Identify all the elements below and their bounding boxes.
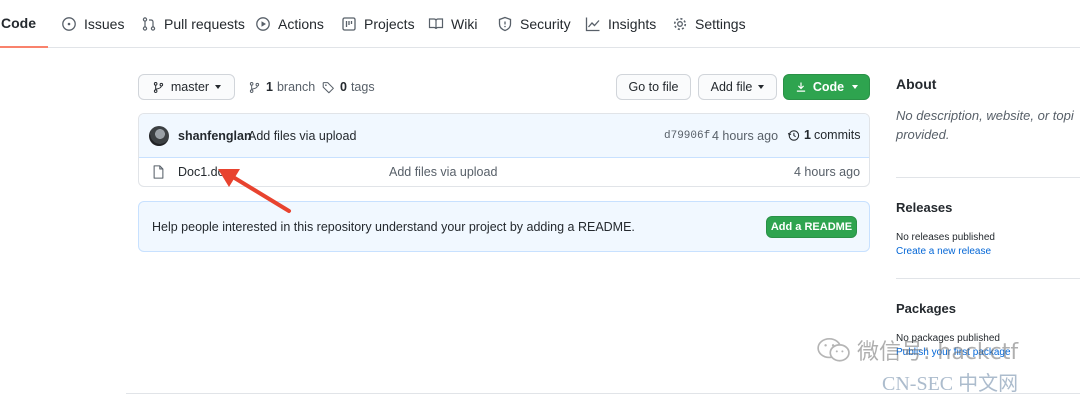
tab-settings-label: Settings <box>695 16 746 32</box>
tab-pull-requests-label: Pull requests <box>164 16 245 32</box>
go-to-file-button[interactable]: Go to file <box>616 74 691 100</box>
sidebar-divider <box>896 278 1080 279</box>
file-icon <box>153 165 164 179</box>
tab-code-label: Code <box>1 15 36 31</box>
wechat-logo-icon <box>817 337 850 362</box>
commits-label: commits <box>813 128 861 142</box>
graph-icon <box>585 17 600 32</box>
annotation-arrow-icon <box>218 169 291 213</box>
tab-wiki-label: Wiki <box>451 16 478 32</box>
tags-count: 0 <box>340 80 347 94</box>
tab-issues[interactable]: Issues <box>61 0 124 48</box>
project-icon <box>342 17 356 31</box>
tab-insights-label: Insights <box>608 16 657 32</box>
pull-request-icon <box>142 17 156 31</box>
code-button[interactable]: Code <box>783 74 870 100</box>
readme-banner-text: Help people interested in this repositor… <box>152 220 635 234</box>
commit-message[interactable]: Add files via upload <box>248 129 356 143</box>
branches-link[interactable]: 1 branch <box>248 79 315 95</box>
tags-label: tags <box>350 80 375 94</box>
repo-nav: Code Issues Pull requests Actions Projec… <box>0 0 1080 48</box>
branches-count: 1 <box>266 80 273 94</box>
about-text-line2: provided. <box>896 127 950 142</box>
tab-issues-label: Issues <box>84 16 125 32</box>
tag-icon <box>322 81 334 93</box>
commits-link[interactable]: 1 commits <box>787 128 860 142</box>
tab-pull-requests[interactable]: Pull requests <box>141 0 245 48</box>
file-commit-message[interactable]: Add files via upload <box>389 165 497 179</box>
branch-select-label: master <box>170 80 210 94</box>
tab-projects[interactable]: Projects <box>341 0 415 48</box>
releases-heading[interactable]: Releases <box>896 200 952 215</box>
commit-time: 4 hours ago <box>712 129 779 143</box>
add-readme-button[interactable]: Add a README <box>766 216 857 238</box>
about-text-line1: No description, website, or topi <box>896 108 1074 123</box>
tab-security-label: Security <box>520 16 571 32</box>
code-button-label: Code <box>812 80 845 94</box>
packages-heading[interactable]: Packages <box>896 301 956 316</box>
add-file-button[interactable]: Add file <box>698 74 777 100</box>
branch-icon <box>249 81 260 93</box>
create-release-link[interactable]: Create a new release <box>896 246 991 257</box>
commit-author[interactable]: shanfenglan <box>178 129 252 143</box>
releases-text: No releases published <box>896 232 995 243</box>
wechat-id: 微信号: hackctf <box>857 340 1019 365</box>
tab-code[interactable]: Code <box>0 0 48 48</box>
chevron-down-icon <box>852 85 859 89</box>
play-icon <box>256 17 270 31</box>
go-to-file-label: Go to file <box>628 80 679 94</box>
issue-icon <box>62 17 76 31</box>
add-file-label: Add file <box>710 80 753 94</box>
site-watermark: CN-SEC 中文网 <box>882 373 1019 395</box>
tab-security[interactable]: Security <box>497 0 571 48</box>
avatar[interactable] <box>149 126 169 146</box>
sidebar-divider <box>896 177 1080 178</box>
tab-projects-label: Projects <box>364 16 415 32</box>
tab-settings[interactable]: Settings <box>672 0 746 48</box>
tab-insights[interactable]: Insights <box>585 0 656 48</box>
tags-link[interactable]: 0 tags <box>322 79 375 95</box>
tab-actions-label: Actions <box>278 16 324 32</box>
book-icon <box>428 18 444 30</box>
commit-sha[interactable]: d79906f <box>664 130 710 142</box>
commits-count: 1 <box>804 128 811 142</box>
branches-label: branch <box>276 80 316 94</box>
wechat-watermark: 微信号: hackctf <box>815 334 1018 366</box>
history-icon <box>787 129 800 141</box>
gear-icon <box>673 17 687 31</box>
shield-icon <box>498 16 512 32</box>
about-heading: About <box>896 76 937 92</box>
tab-wiki[interactable]: Wiki <box>428 0 477 48</box>
branch-select[interactable]: master <box>138 74 235 100</box>
chevron-down-icon <box>215 85 222 89</box>
add-readme-label: Add a README <box>770 221 853 233</box>
file-time: 4 hours ago <box>794 165 861 179</box>
chevron-down-icon <box>758 85 765 89</box>
tab-actions[interactable]: Actions <box>255 0 324 48</box>
latest-commit-row: shanfenglan Add files via upload d79906f… <box>139 114 869 158</box>
branch-icon <box>153 81 164 93</box>
download-icon <box>796 82 805 92</box>
